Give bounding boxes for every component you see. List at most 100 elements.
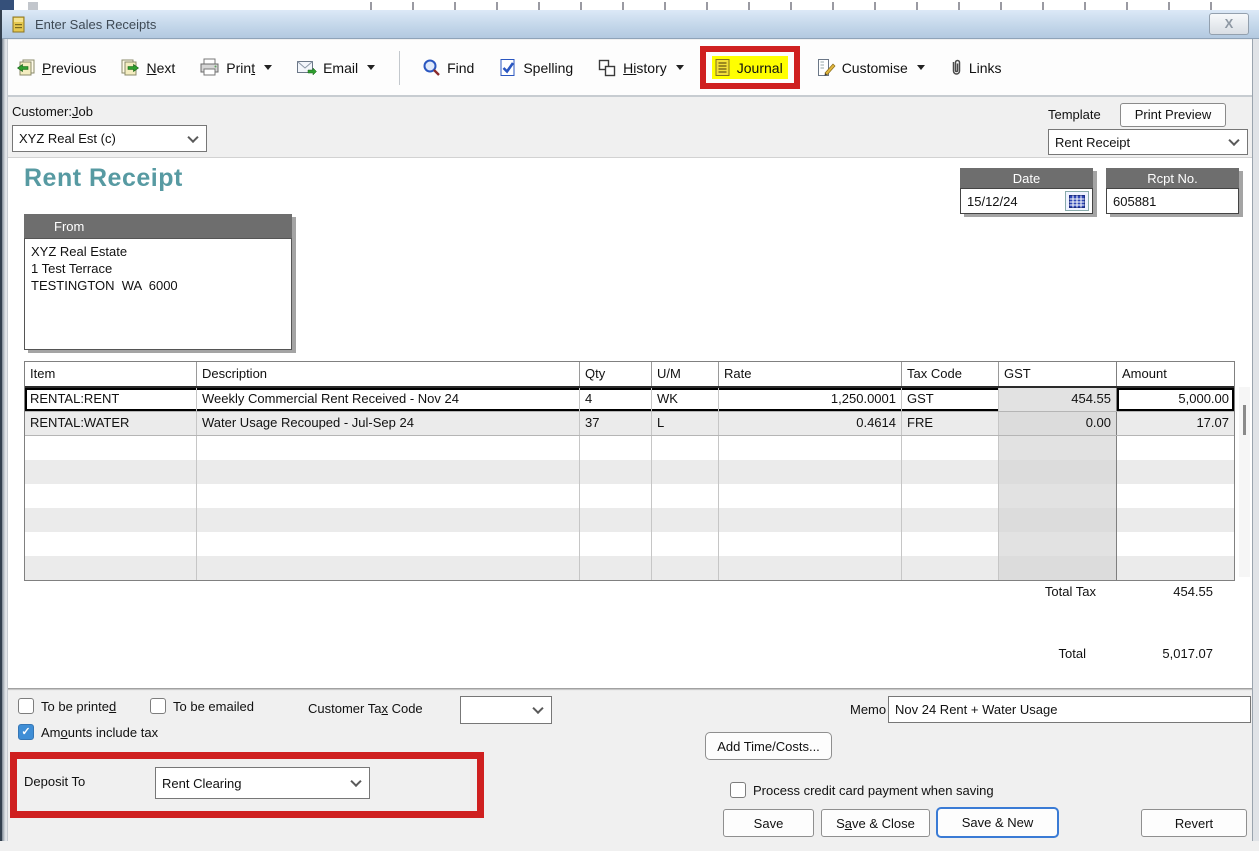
cell-item[interactable]: RENTAL:WATER [25, 412, 197, 435]
history-dropdown-arrow[interactable] [675, 65, 684, 70]
cell-qty[interactable]: 37 [580, 412, 652, 435]
email-icon [297, 61, 317, 76]
amounts-include-tax-option[interactable]: ✓ Amounts include tax [18, 724, 158, 740]
from-box: From XYZ Real Estate 1 Test Terrace TEST… [24, 214, 292, 350]
chevron-down-icon [1228, 134, 1240, 147]
email-button[interactable]: Email [296, 59, 376, 76]
background-window-sliver [0, 0, 1259, 10]
spelling-button[interactable]: Spelling [498, 58, 573, 77]
customise-button[interactable]: Customise [816, 58, 925, 77]
previous-icon [16, 59, 35, 75]
receipt-form-area: Rent Receipt Date 15/12/24 Rcpt No. 6058… [8, 157, 1252, 688]
cell-qty[interactable]: 4 [580, 388, 652, 411]
history-button[interactable]: History [597, 58, 684, 77]
table-row-empty[interactable] [25, 460, 1234, 484]
customise-icon [817, 59, 836, 76]
column-header-taxcode: Tax Code [902, 362, 999, 386]
window-left-frame [2, 39, 8, 841]
history-label: H [623, 59, 634, 76]
cell-description[interactable]: Weekly Commercial Rent Received - Nov 24 [197, 388, 580, 411]
cell-taxcode[interactable]: FRE [902, 412, 999, 435]
cell-item[interactable]: RENTAL:RENT [25, 388, 197, 411]
spelling-label: Spellin [523, 59, 566, 76]
to-be-emailed-option[interactable]: To be emailed [150, 698, 254, 714]
deposit-to-select[interactable]: Rent Clearing [155, 767, 370, 799]
cell-amount[interactable]: 5,000.00 [1116, 388, 1234, 411]
customer-tax-code-select[interactable] [460, 696, 552, 724]
process-credit-card-checkbox[interactable] [730, 782, 746, 798]
save-and-close-button[interactable]: Save & Close [821, 809, 930, 837]
cell-rate[interactable]: 0.4614 [719, 412, 902, 435]
to-be-printed-checkbox[interactable] [18, 698, 34, 714]
template-label: Template [1048, 107, 1101, 122]
print-button[interactable]: Print [199, 58, 273, 77]
cell-amount[interactable]: 17.07 [1116, 412, 1234, 435]
scrollbar-thumb[interactable] [1243, 405, 1246, 435]
toolbar: Previous Next Print Email Find Spelling … [4, 40, 1259, 97]
date-field[interactable]: 15/12/24 [960, 188, 1093, 214]
to-be-emailed-checkbox[interactable] [150, 698, 166, 714]
to-be-printed-option[interactable]: To be printed [18, 698, 116, 714]
from-address[interactable]: XYZ Real Estate 1 Test Terrace TESTINGTO… [24, 238, 292, 350]
cell-description[interactable]: Water Usage Recouped - Jul-Sep 24 [197, 412, 580, 435]
email-label: Email [323, 59, 359, 76]
previous-label: P [42, 59, 52, 76]
print-dropdown-arrow[interactable] [264, 65, 273, 70]
window-right-frame [1252, 39, 1259, 841]
receipt-number-field[interactable]: 605881 [1106, 188, 1239, 214]
to-be-emailed-label: To be emailed [173, 698, 254, 714]
links-label: Links [968, 59, 1002, 76]
total-tax-value: 454.55 [1173, 584, 1213, 599]
customer-job-select[interactable]: XYZ Real Est (c) [12, 125, 207, 152]
customer-job-value: XYZ Real Est (c) [19, 131, 116, 146]
table-row-empty[interactable] [25, 556, 1234, 580]
next-label: N [146, 59, 157, 76]
table-scrollbar[interactable] [1239, 387, 1250, 577]
form-title: Rent Receipt [24, 164, 183, 192]
table-row[interactable]: RENTAL:RENT Weekly Commercial Rent Recei… [25, 388, 1234, 412]
cell-taxcode[interactable]: GST [902, 388, 999, 411]
background-toolbar-ticks [330, 2, 1245, 10]
column-header-amount: Amount [1116, 362, 1234, 386]
toolbar-separator [399, 50, 401, 85]
table-row-empty[interactable] [25, 436, 1234, 460]
column-header-description: Description [197, 362, 580, 386]
next-button[interactable]: Next [120, 59, 175, 77]
previous-button[interactable]: Previous [16, 59, 96, 77]
journal-button[interactable]: Journal [711, 56, 788, 79]
table-row-empty[interactable] [25, 508, 1234, 532]
find-button[interactable]: Find [422, 58, 474, 77]
print-preview-button[interactable]: Print Preview [1120, 103, 1226, 127]
sales-receipt-window-icon [12, 16, 25, 32]
customer-job-label: Customer:Job [12, 104, 93, 119]
customise-dropdown-arrow[interactable] [916, 65, 925, 70]
table-row-empty[interactable] [25, 484, 1234, 508]
find-icon [423, 59, 440, 76]
save-button[interactable]: Save [723, 809, 814, 837]
cell-um[interactable]: WK [652, 388, 719, 411]
print-label: Prin [226, 59, 252, 76]
cell-um[interactable]: L [652, 412, 719, 435]
chevron-down-icon [350, 775, 362, 788]
save-and-new-button[interactable]: Save & New [936, 807, 1059, 838]
revert-button[interactable]: Revert [1141, 809, 1247, 837]
links-button[interactable]: Links [949, 58, 1002, 77]
receipt-number-header: Rcpt No. [1106, 168, 1239, 188]
table-row[interactable]: RENTAL:WATER Water Usage Recouped - Jul-… [25, 412, 1234, 436]
memo-input[interactable]: Nov 24 Rent + Water Usage [888, 696, 1251, 723]
window-title: Enter Sales Receipts [35, 16, 157, 32]
calendar-button[interactable] [1065, 191, 1089, 211]
print-icon [200, 58, 219, 76]
customise-label: Customise [841, 59, 908, 76]
cell-rate[interactable]: 1,250.0001 [719, 388, 902, 411]
table-row-empty[interactable] [25, 532, 1234, 556]
add-time-costs-button[interactable]: Add Time/Costs... [705, 732, 832, 760]
close-button[interactable]: X [1209, 13, 1249, 35]
amounts-include-tax-checkbox[interactable]: ✓ [18, 724, 34, 740]
email-dropdown-arrow[interactable] [367, 65, 376, 70]
process-credit-card-option[interactable]: Process credit card payment when saving [730, 782, 994, 798]
cell-gst: 454.55 [999, 388, 1117, 411]
journal-label: Journal [736, 59, 783, 76]
amounts-include-tax-label: Amounts include tax [41, 724, 159, 740]
template-select[interactable]: Rent Receipt [1048, 129, 1248, 155]
